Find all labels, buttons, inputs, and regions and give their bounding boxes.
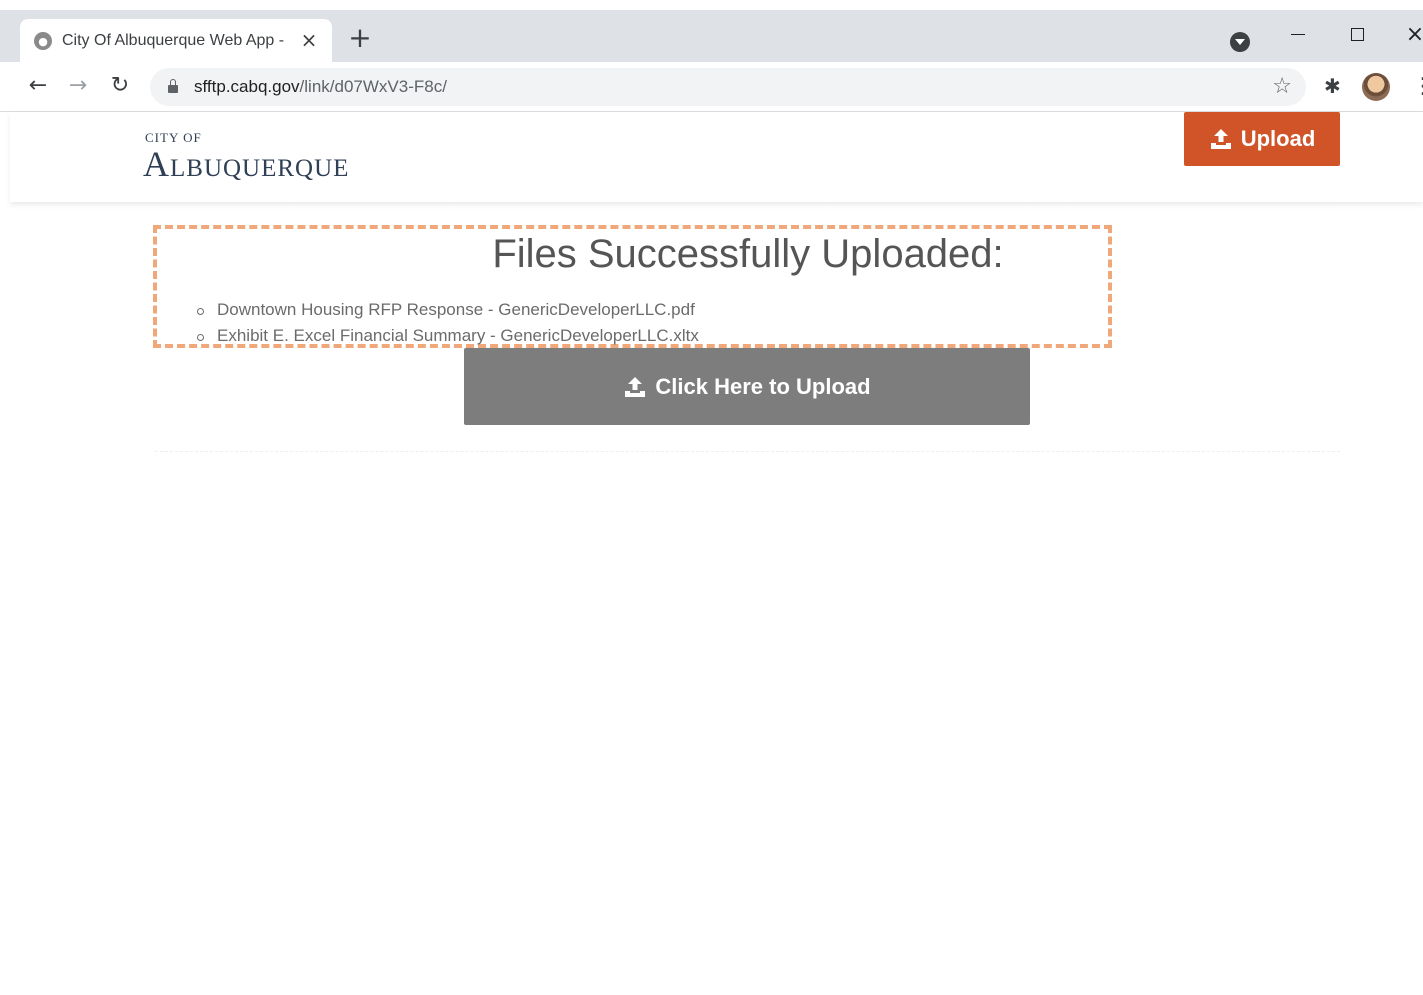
address-bar[interactable]: sfftp.cabq.gov/link/d07WxV3-F8c/ ☆ (150, 68, 1306, 106)
site-header: CITY OF Albuquerque Upload (10, 112, 1423, 202)
tab-search-icon[interactable] (1230, 32, 1250, 52)
avatar[interactable] (1362, 73, 1390, 101)
upload-icon (1210, 129, 1231, 149)
minimize-icon[interactable] (1283, 20, 1313, 50)
click-to-upload-label: Click Here to Upload (655, 373, 871, 399)
forward-icon[interactable]: → (64, 72, 92, 100)
result-highlight: Downtown Housing RFP Response - GenericD… (153, 225, 1112, 348)
window-close-icon[interactable]: × (1400, 20, 1423, 50)
section-divider-top (155, 203, 1340, 204)
upload-icon (625, 376, 646, 397)
url-host: sfftp.cabq.gov (194, 77, 300, 96)
header-upload-label: Upload (1240, 126, 1316, 151)
tab-title: City Of Albuquerque Web App - (62, 32, 285, 49)
reload-icon[interactable]: ↻ (106, 72, 134, 100)
back-icon[interactable]: ← (24, 72, 52, 100)
star-icon[interactable]: ☆ (1272, 74, 1292, 99)
list-item: Exhibit E. Excel Financial Summary - Gen… (197, 323, 699, 349)
logo-albuquerque: Albuquerque (143, 144, 350, 184)
url-text[interactable]: sfftp.cabq.gov/link/d07WxV3-F8c/ (194, 77, 447, 97)
header-upload-button[interactable]: Upload (1184, 112, 1340, 166)
extensions-icon[interactable]: ✱ (1324, 74, 1341, 98)
click-to-upload-button[interactable]: Click Here to Upload (464, 348, 1030, 425)
city-seal-icon: ● (34, 32, 52, 50)
maximize-icon[interactable] (1342, 20, 1372, 50)
list-item: Downtown Housing RFP Response - GenericD… (197, 297, 699, 323)
lock-icon[interactable] (168, 79, 178, 93)
uploaded-file-list: Downtown Housing RFP Response - GenericD… (197, 297, 699, 349)
section-divider-bottom (155, 451, 1340, 452)
menu-icon[interactable]: ⋮ (1412, 74, 1423, 99)
browser-toolbar: ← → ↻ sfftp.cabq.gov/link/d07WxV3-F8c/ ☆… (0, 62, 1423, 112)
browser-titlebar: ● City Of Albuquerque Web App - × + × (0, 0, 1423, 63)
close-icon[interactable]: × (300, 30, 318, 50)
new-tab-icon[interactable]: + (348, 24, 372, 52)
browser-tab[interactable]: ● City Of Albuquerque Web App - × (20, 19, 332, 63)
url-path: /link/d07WxV3-F8c/ (299, 77, 447, 96)
